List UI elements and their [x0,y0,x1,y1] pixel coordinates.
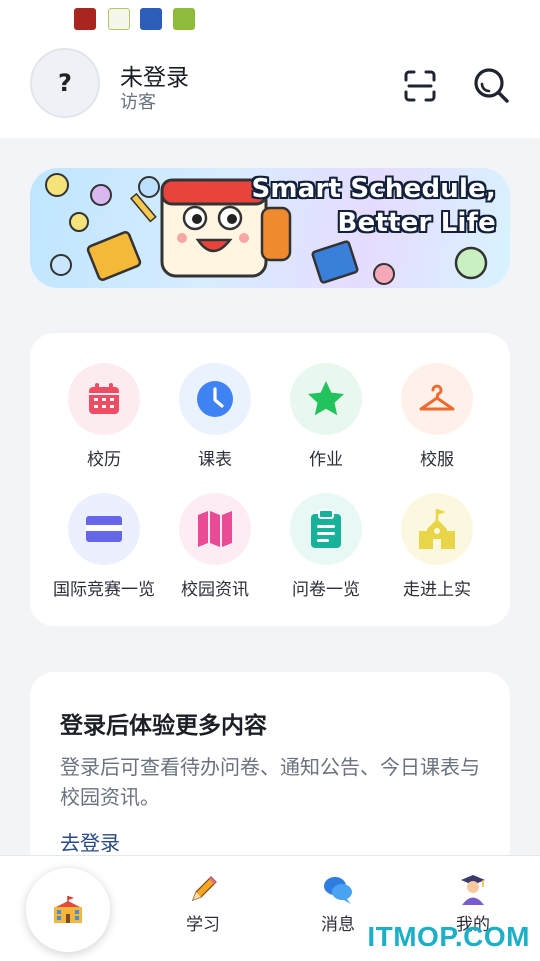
graduate-icon [461,875,485,905]
banner-headline: Smart Schedule, Better Life [252,172,497,240]
go-login-link[interactable]: 去登录 [60,827,120,856]
blue-notebook-decoration [311,240,359,284]
menu-icon-bg [179,493,251,565]
map-icon [198,511,232,547]
avatar[interactable]: ? [30,48,100,118]
menu-item-surveys[interactable]: 问卷一览 [266,493,386,613]
menu-label: 作业 [309,450,343,470]
menu-item-about-school[interactable]: 走进上实 [377,493,497,613]
menu-label: 问卷一览 [292,580,360,600]
card-icon [86,516,122,542]
menu-icon-bg [401,493,473,565]
tab-home[interactable] [26,868,110,952]
hanger-icon [419,384,455,411]
banner-line-1: Smart Schedule, [251,174,496,204]
user-role: 访客 [120,92,156,113]
menu-item-calendar[interactable]: 校历 [44,363,164,483]
scan-icon [404,70,436,102]
menu-item-homework[interactable]: 作业 [266,363,386,483]
school-building-icon [54,896,82,923]
menu-label: 走进上实 [403,580,471,600]
menu-icon-bg [68,363,140,435]
menu-label: 课表 [198,450,232,470]
star-icon [308,381,344,416]
app-icon-yk [108,8,130,30]
search-button[interactable] [470,64,512,106]
clipboard-icon [311,509,341,548]
menu-icon-bg [290,363,362,435]
notebook-decoration [86,231,142,281]
menu-label: 校园资讯 [181,580,249,600]
pencil-icon [191,876,217,902]
clock-icon [197,381,233,417]
promo-banner[interactable]: Smart Schedule, Better Life [30,168,510,288]
menu-icon-bg [179,363,251,435]
menu-icon-bg [68,493,140,565]
app-icon-green [173,8,195,30]
status-bar [0,0,540,38]
menu-item-competitions[interactable]: 国际竞赛一览 [44,493,164,613]
menu-label: 校服 [420,450,454,470]
tab-study[interactable]: 学习 [153,874,253,944]
tab-label: 学习 [186,915,220,935]
user-header: ? 未登录 访客 [0,38,540,138]
search-icon [474,68,509,103]
pencil-decoration [130,192,157,223]
menu-label: 校历 [87,450,121,470]
login-prompt-description: 登录后可查看待办问卷、通知公告、今日课表与校园资讯。 [60,755,480,809]
login-prompt-card: 登录后体验更多内容 登录后可查看待办问卷、通知公告、今日课表与校园资讯。 去登录 [30,672,510,872]
menu-icon-bg [401,363,473,435]
school-icon [419,509,455,549]
app-icon-red [74,8,96,30]
chat-bubbles-icon [324,877,352,904]
scan-button[interactable] [400,66,440,106]
menu-item-campus-news[interactable]: 校园资讯 [155,493,275,613]
feature-menu-card: 校历 课表 作业 校服 国际竞赛一览 校园资讯 问卷一览 走进上实 [30,333,510,626]
banner-line-2: Better Life [337,208,496,238]
menu-label: 国际竞赛一览 [53,580,155,600]
login-prompt-title: 登录后体验更多内容 [60,713,267,739]
user-name: 未登录 [120,65,189,91]
pink-clock-decoration [373,263,395,285]
bottom-tab-bar: 学习 消息 我的 ITMOP.COM [0,855,540,961]
calendar-icon [89,383,119,414]
menu-item-timetable[interactable]: 课表 [155,363,275,483]
menu-item-uniform[interactable]: 校服 [377,363,497,483]
app-icon-blue [140,8,162,30]
menu-icon-bg [290,493,362,565]
watermark: ITMOP.COM [367,921,530,952]
